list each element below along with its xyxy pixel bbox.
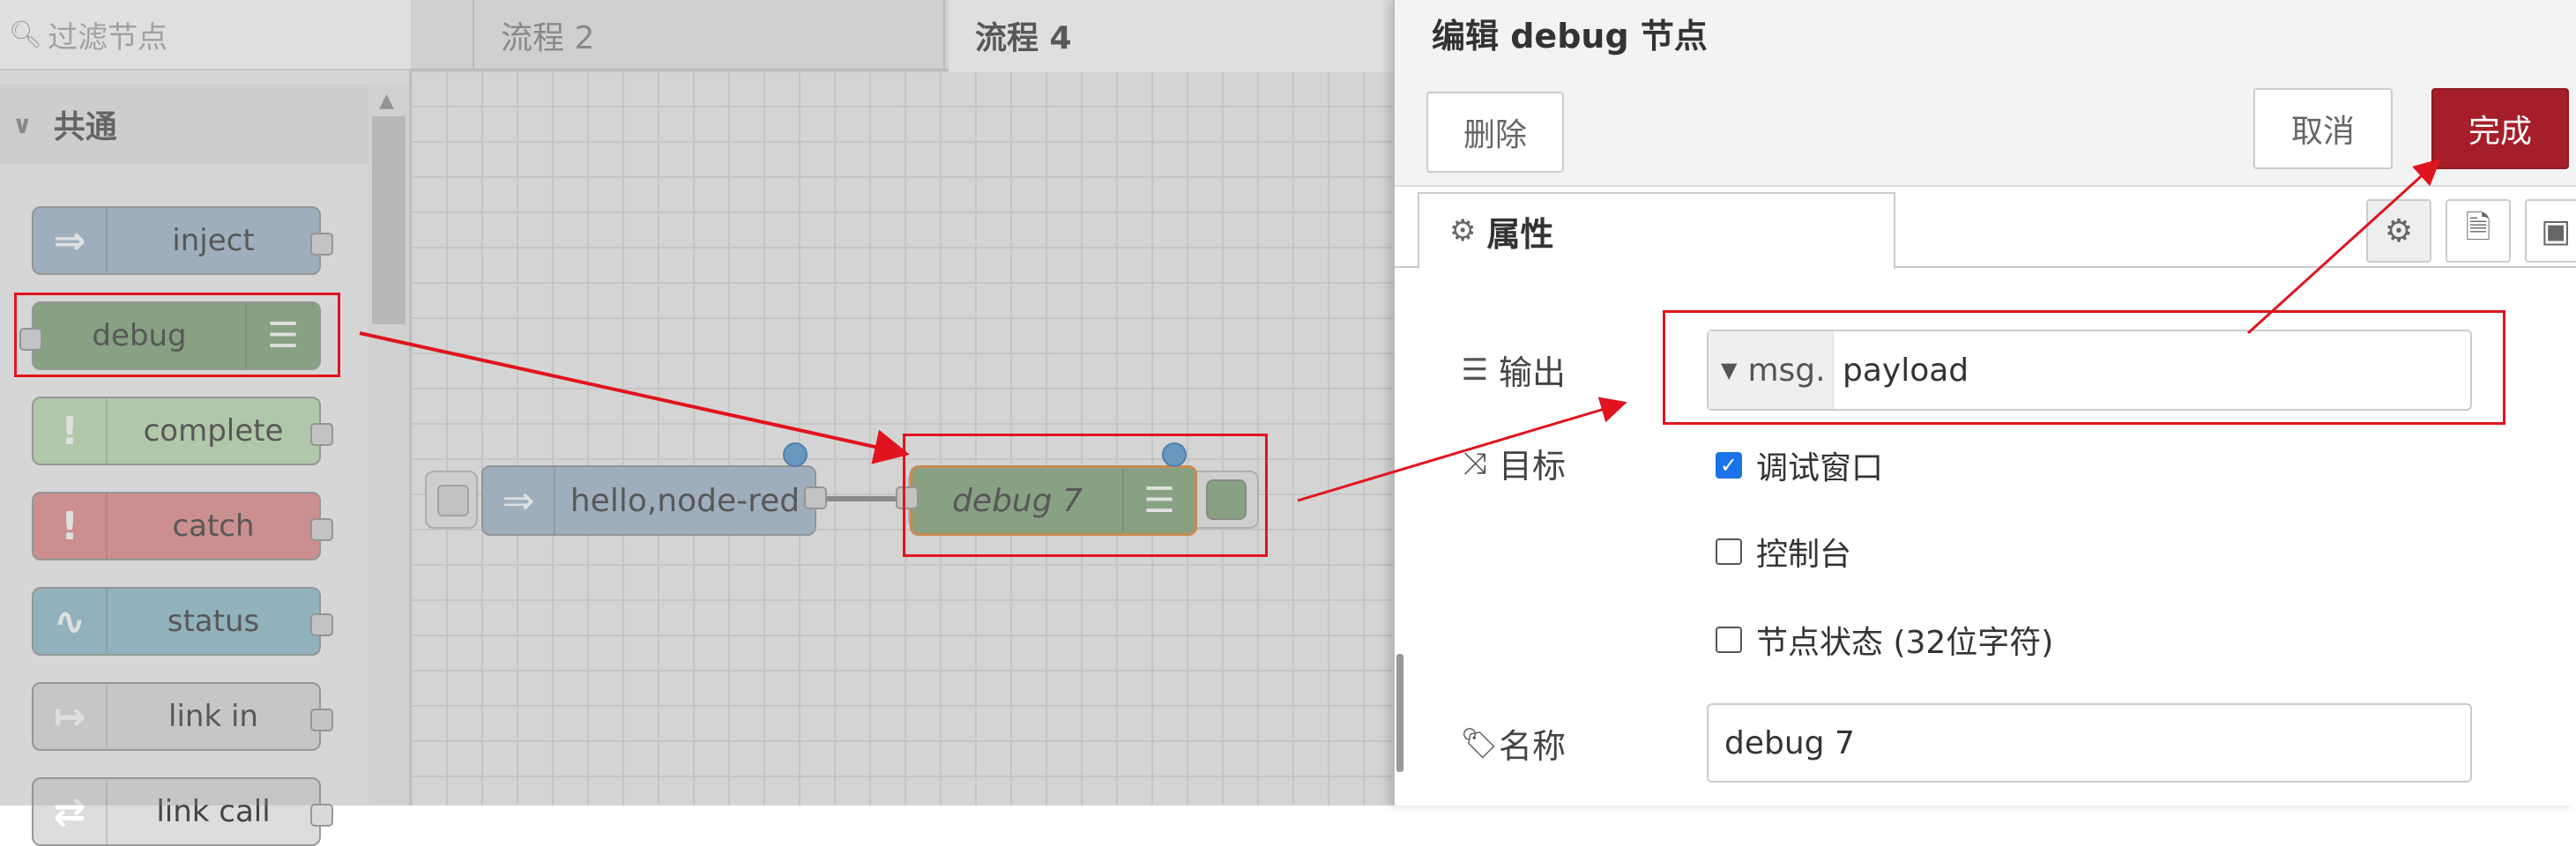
- annotation-arrow: [1297, 397, 1627, 502]
- output-port[interactable]: [310, 804, 333, 827]
- annotation-arrows: [359, 158, 2441, 502]
- annotation-arrow: [359, 331, 910, 464]
- annotation-arrow: [2246, 158, 2441, 335]
